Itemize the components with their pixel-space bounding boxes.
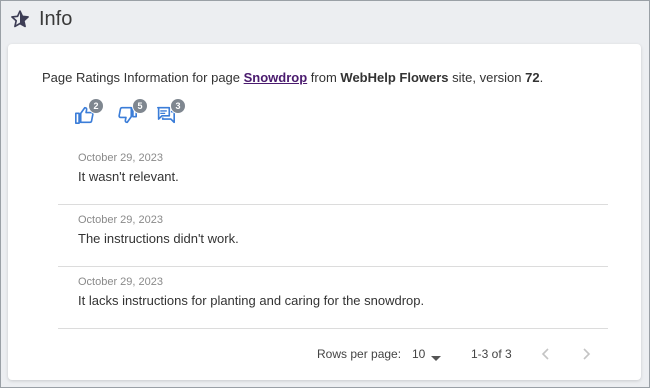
- comment-text: It wasn't relevant.: [78, 169, 179, 184]
- comments-stat[interactable]: 3: [156, 98, 186, 124]
- page-header: Info: [1, 1, 649, 37]
- info-suffix: site, version: [448, 70, 526, 85]
- comment-item: October 29, 2023 It wasn't relevant.: [58, 142, 608, 205]
- star-icon: [10, 9, 30, 29]
- chevron-right-icon[interactable]: [581, 348, 591, 363]
- comment-text: It lacks instructions for planting and c…: [78, 293, 425, 308]
- version-number: 72: [525, 70, 540, 85]
- pagination-bar: Rows per page: 10 1-3 of 3: [8, 344, 641, 366]
- comments-count-badge: 3: [170, 98, 186, 114]
- page-title: Info: [39, 7, 73, 30]
- likes-stat[interactable]: 2: [74, 98, 104, 124]
- dislikes-count-badge: 5: [132, 98, 148, 114]
- chevron-left-icon[interactable]: [541, 348, 551, 363]
- comment-date: October 29, 2023: [78, 214, 164, 226]
- comment-date: October 29, 2023: [78, 276, 164, 288]
- comment-date: October 29, 2023: [78, 152, 164, 164]
- ratings-card: Page Ratings Information for page Snowdr…: [8, 44, 641, 380]
- info-middle: from: [307, 70, 341, 85]
- pagination-range: 1-3 of 3: [471, 347, 512, 361]
- comment-item: October 29, 2023 It lacks instructions f…: [58, 266, 608, 329]
- rows-per-page-select[interactable]: 10: [412, 347, 425, 361]
- ratings-info-line: Page Ratings Information for page Snowdr…: [42, 70, 543, 85]
- likes-count-badge: 2: [88, 98, 104, 114]
- page-link[interactable]: Snowdrop: [244, 70, 308, 85]
- caret-down-icon[interactable]: [431, 351, 441, 365]
- rows-per-page-label: Rows per page:: [317, 347, 402, 361]
- site-name: WebHelp Flowers: [340, 70, 449, 85]
- comment-text: The instructions didn't work.: [78, 231, 239, 246]
- dislikes-stat[interactable]: 5: [118, 98, 148, 124]
- comment-item: October 29, 2023 The instructions didn't…: [58, 204, 608, 267]
- info-end: .: [539, 70, 544, 85]
- info-prefix: Page Ratings Information for page: [42, 70, 244, 85]
